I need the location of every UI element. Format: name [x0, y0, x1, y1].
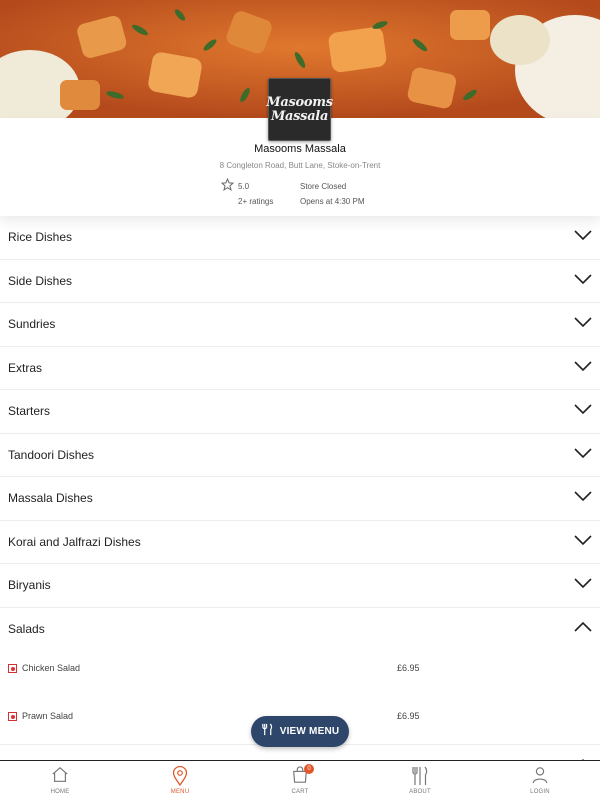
category-label: Korai and Jalfrazi Dishes [8, 534, 141, 549]
category-label: Biryanis [8, 578, 51, 592]
tab-menu[interactable]: MENU [120, 761, 240, 800]
item-price: £6.95 [397, 663, 420, 673]
location-pin-icon [172, 765, 188, 791]
non-veg-icon [8, 664, 17, 673]
chevron-down-icon [574, 446, 592, 464]
rating-value: 5.0 [238, 182, 250, 191]
view-menu-button[interactable]: VIEW MENU [251, 716, 349, 747]
view-menu-label: VIEW MENU [279, 726, 340, 737]
tab-label: ABOUT [409, 789, 431, 795]
chevron-down-icon [574, 402, 592, 420]
category-label: Salads [8, 621, 45, 636]
cutlery-icon [410, 766, 430, 791]
cutlery-icon [261, 723, 274, 741]
non-veg-icon [8, 712, 17, 721]
store-name: Masooms Massala [254, 143, 346, 155]
tab-label: HOME [50, 789, 70, 795]
category-rice-dishes[interactable]: Rice Dishes [0, 216, 600, 260]
home-icon [51, 766, 69, 789]
tab-cart[interactable]: 0 CART [240, 761, 360, 800]
chevron-up-icon [574, 620, 592, 638]
category-extras[interactable]: Extras [0, 347, 600, 390]
store-logo: Masooms Massala [266, 78, 333, 141]
category-label: Starters [8, 404, 51, 418]
bottom-tab-bar: HOME MENU 0 CART ABOUT LOGIN [0, 760, 600, 800]
opening-time: Opens at 4:30 PM [300, 197, 365, 206]
menu-category-list: Rice Dishes Side Dishes Sundries Extras … [0, 216, 600, 651]
chevron-down-icon [574, 315, 592, 333]
category-biryanis[interactable]: Biryanis [0, 564, 600, 608]
category-label: Tandoori Dishes [8, 447, 95, 462]
category-label: Side Dishes [8, 273, 73, 288]
store-address: 8 Congleton Road, Butt Lane, Stoke-on-Tr… [219, 161, 381, 170]
chevron-down-icon [574, 489, 592, 507]
category-side-dishes[interactable]: Side Dishes [0, 260, 600, 303]
tab-label: CART [291, 789, 309, 795]
tab-label: MENU [170, 789, 190, 795]
category-label: Rice Dishes [8, 230, 73, 244]
chevron-down-icon [574, 272, 592, 290]
tab-login[interactable]: LOGIN [480, 761, 600, 800]
item-name: Chicken Salad [22, 663, 81, 673]
item-price: £6.95 [397, 711, 420, 721]
chevron-down-icon [574, 359, 592, 377]
tab-label: LOGIN [530, 789, 550, 795]
category-salads[interactable]: Salads [0, 608, 600, 652]
cart-badge: 0 [304, 764, 314, 774]
ratings-count: 2+ ratings [238, 197, 274, 206]
category-massala-dishes[interactable]: Massala Dishes [0, 477, 600, 521]
chevron-down-icon [574, 533, 592, 551]
category-label: Extras [8, 360, 43, 375]
star-icon [220, 177, 235, 196]
store-status: Store Closed [300, 182, 347, 191]
chevron-down-icon [574, 228, 592, 246]
category-sundries[interactable]: Sundries [0, 303, 600, 347]
category-korai-jalfrazi-dishes[interactable]: Korai and Jalfrazi Dishes [0, 521, 600, 564]
menu-item[interactable]: Chicken Salad £6.95 [0, 660, 600, 680]
category-label: Massala Dishes [8, 491, 93, 505]
item-name: Prawn Salad [22, 711, 74, 721]
logo-text: Masooms Massala [266, 94, 333, 124]
category-label: Sundries [8, 317, 56, 331]
tab-home[interactable]: HOME [0, 761, 120, 800]
tab-about[interactable]: ABOUT [360, 761, 480, 800]
user-icon [531, 766, 549, 789]
category-tandoori-dishes[interactable]: Tandoori Dishes [0, 434, 600, 477]
category-starters[interactable]: Starters [0, 390, 600, 434]
chevron-down-icon [574, 576, 592, 594]
